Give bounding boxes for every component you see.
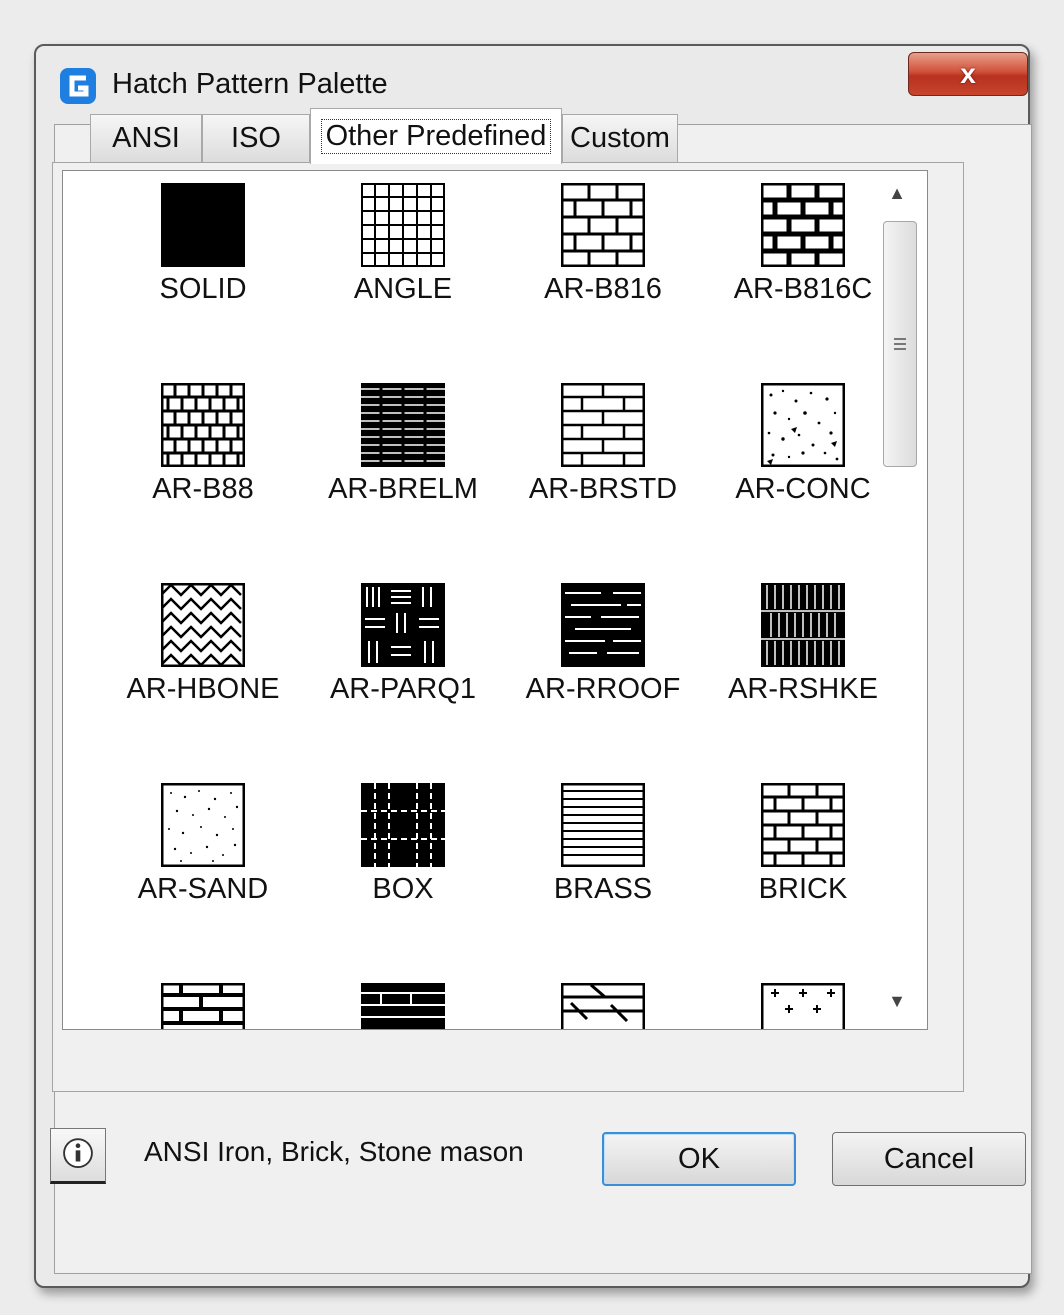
tab-label: ISO: [231, 122, 281, 154]
pattern-item-solid[interactable]: SOLID: [103, 171, 303, 371]
pattern-label: AR-RSHKE: [728, 673, 878, 705]
pattern-item-angle[interactable]: ANGLE: [303, 171, 503, 371]
solid-pattern-icon: [161, 183, 245, 267]
scroll-thumb[interactable]: [883, 221, 917, 467]
pattern-label: AR-RROOF: [525, 673, 681, 705]
info-button[interactable]: [50, 1128, 106, 1184]
tab-custom[interactable]: Custom: [562, 114, 678, 162]
pattern-description: ANSI Iron, Brick, Stone mason: [144, 1136, 524, 1167]
brick-pattern-icon: [761, 183, 845, 267]
close-icon: x: [960, 58, 976, 89]
app-logo-icon: [60, 68, 96, 104]
pattern-item-ar-brelm[interactable]: AR-BRELM: [303, 371, 503, 571]
pattern-item-partial[interactable]: [303, 971, 503, 1029]
pattern-item-ar-brstd[interactable]: AR-BRSTD: [503, 371, 703, 571]
pattern-item-brass[interactable]: BRASS: [503, 771, 703, 971]
pattern-item-ar-conc[interactable]: AR-CONC: [703, 371, 903, 571]
pattern-item-partial[interactable]: [703, 971, 903, 1029]
pattern-label: AR-SAND: [137, 873, 269, 905]
pattern-item-box[interactable]: BOX: [303, 771, 503, 971]
parquet-pattern-icon: [361, 583, 445, 667]
striped-pattern-icon: [361, 983, 445, 1029]
pattern-item-brick[interactable]: BRICK: [703, 771, 903, 971]
pattern-label: ANGLE: [353, 273, 453, 305]
pattern-label: BOX: [372, 873, 434, 905]
tab-label: Other Predefined: [320, 119, 552, 154]
sand-pattern-icon: [161, 783, 245, 867]
pattern-item-partial[interactable]: [103, 971, 303, 1029]
tab-label: Custom: [570, 122, 670, 154]
brelm-pattern-icon: [361, 383, 445, 467]
cancel-button[interactable]: Cancel: [832, 1132, 1026, 1186]
box-pattern-icon: [361, 783, 445, 867]
scroll-down-arrow-icon[interactable]: ▼: [879, 983, 915, 1019]
brick-pattern-icon: [161, 383, 245, 467]
pattern-label: SOLID: [159, 273, 247, 305]
pattern-item-ar-hbone[interactable]: AR-HBONE: [103, 571, 303, 771]
brick-pattern-icon: [561, 183, 645, 267]
pattern-label: AR-B816: [544, 273, 662, 305]
ok-button[interactable]: OK: [602, 1132, 796, 1186]
tab-iso[interactable]: ISO: [202, 114, 310, 162]
window-title: Hatch Pattern Palette: [112, 68, 388, 100]
brick-pattern-icon: [161, 983, 245, 1029]
pattern-item-ar-sand[interactable]: AR-SAND: [103, 771, 303, 971]
pattern-item-ar-parq1[interactable]: AR-PARQ1: [303, 571, 503, 771]
tab-ansi[interactable]: ANSI: [90, 114, 202, 162]
pattern-list[interactable]: SOLID ANGLE AR-B816 AR-B816C AR-B88 AR-B…: [62, 170, 928, 1030]
pattern-item-partial[interactable]: [503, 971, 703, 1029]
brick-pattern-icon: [561, 383, 645, 467]
tab-other-predefined[interactable]: Other Predefined: [310, 108, 562, 164]
tab-label: ANSI: [112, 122, 180, 154]
close-button[interactable]: x: [908, 52, 1028, 96]
cross-pattern-icon: [761, 983, 845, 1029]
pattern-label: BRASS: [553, 873, 653, 905]
roof-pattern-icon: [561, 583, 645, 667]
pattern-label: AR-CONC: [735, 473, 871, 505]
pattern-label: AR-HBONE: [126, 673, 280, 705]
vertical-scrollbar[interactable]: ▲ ▼: [879, 171, 917, 1021]
scroll-up-arrow-icon[interactable]: ▲: [879, 175, 915, 211]
pattern-label: AR-BRELM: [328, 473, 478, 505]
diagonal-pattern-icon: [561, 983, 645, 1029]
pattern-item-ar-b816[interactable]: AR-B816: [503, 171, 703, 371]
pattern-label: AR-BRSTD: [528, 473, 678, 505]
info-icon: [63, 1138, 93, 1168]
brick-pattern-icon: [761, 783, 845, 867]
pattern-label: BRICK: [758, 873, 848, 905]
pattern-item-ar-b816c[interactable]: AR-B816C: [703, 171, 903, 371]
herringbone-pattern-icon: [161, 583, 245, 667]
grip-icon: [894, 338, 906, 353]
brass-pattern-icon: [561, 783, 645, 867]
pattern-label: AR-PARQ1: [329, 673, 477, 705]
angle-pattern-icon: [361, 183, 445, 267]
pattern-label: AR-B88: [152, 473, 254, 505]
pattern-item-ar-b88[interactable]: AR-B88: [103, 371, 303, 571]
pattern-item-ar-rshke[interactable]: AR-RSHKE: [703, 571, 903, 771]
shake-pattern-icon: [761, 583, 845, 667]
pattern-item-ar-rroof[interactable]: AR-RROOF: [503, 571, 703, 771]
pattern-label: AR-B816C: [733, 273, 873, 305]
concrete-pattern-icon: [761, 383, 845, 467]
